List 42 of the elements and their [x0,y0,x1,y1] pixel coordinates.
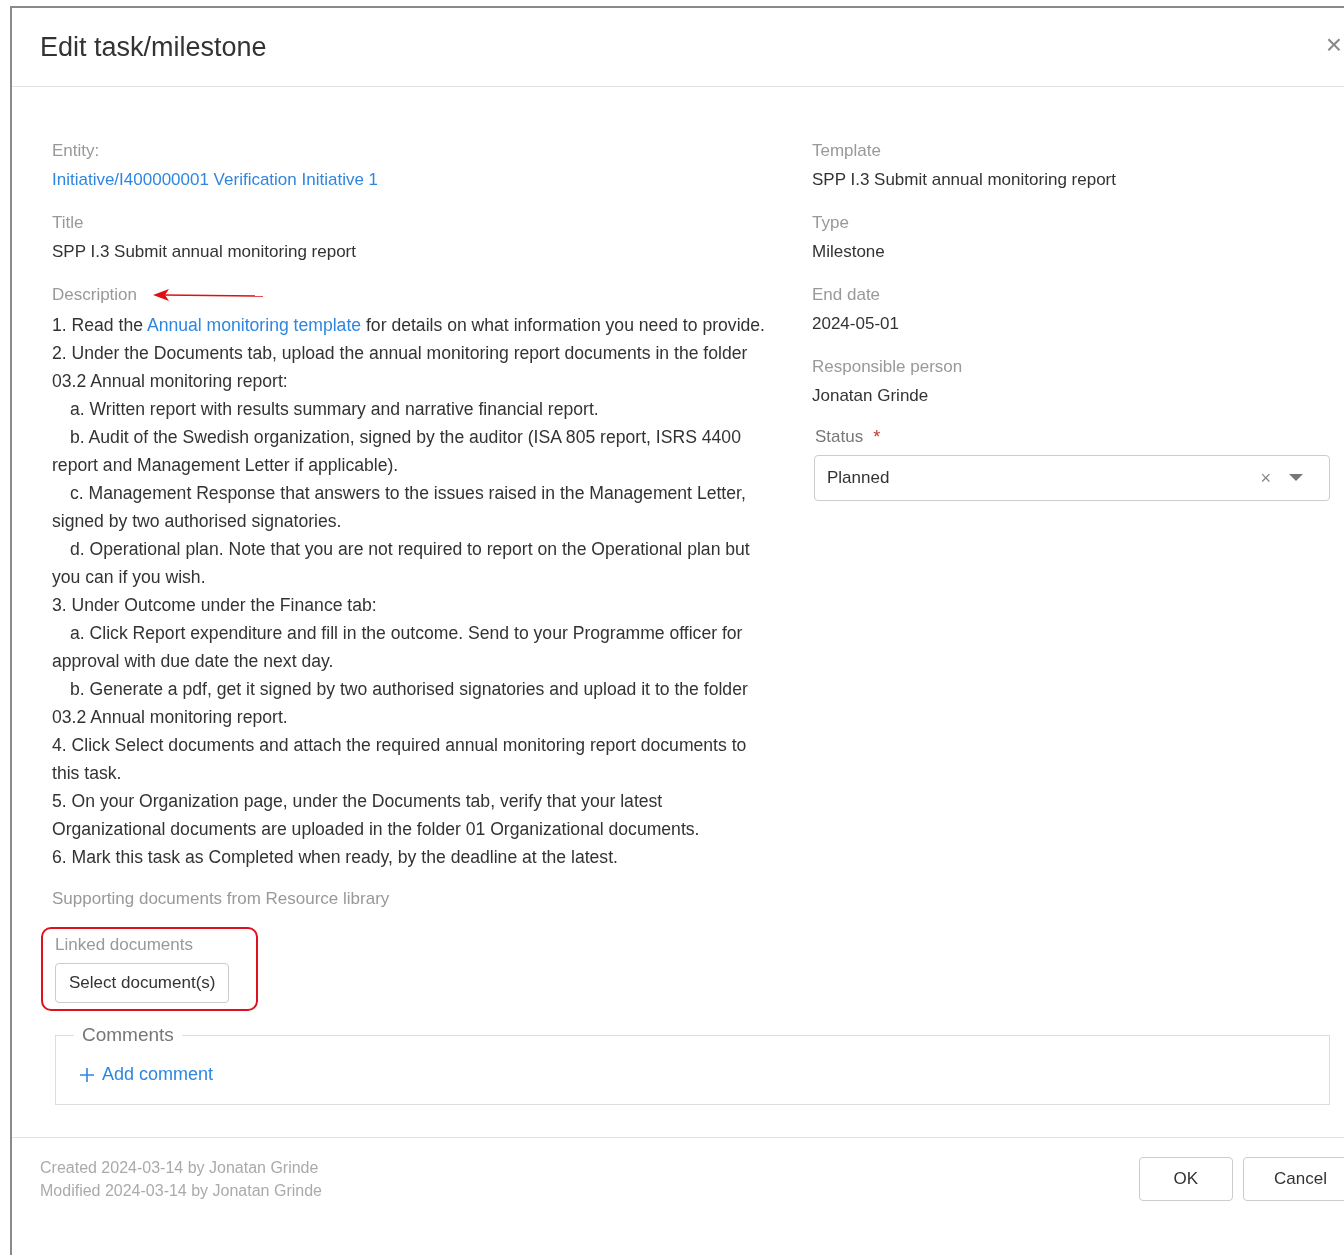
description-step: a. Click Report expenditure and fill in the outcome. Send to your Programme officer for approval with due date the next day. [52,619,770,675]
field-label: Template [812,140,882,162]
dialog-title: Edit task/milestone [40,31,267,63]
plus-icon [80,1067,94,1082]
description-step: 1. Read the Annual monitoring template for details on what information you need to provide. [52,311,770,339]
template-link[interactable]: Annual monitoring template [146,315,362,335]
description-step: 3. Under Outcome under the Finance tab: [52,591,770,619]
close-button[interactable]: × [1315,29,1344,61]
field-label: Status [815,426,864,448]
field-label: Description [52,284,138,306]
cancel-button[interactable]: Cancel [1243,1157,1344,1201]
required-mark: * [873,426,881,448]
field-label: Type [812,212,850,234]
description-step: a. Written report with results summary and narrative financial report. [52,395,770,423]
select-documents-button[interactable]: Select document(s) [55,963,230,1003]
field-label: End date [812,284,882,306]
description-step: 5. On your Organization page, under the Documents tab, verify that your latest Organizational documents are uploaded in the folder 01 Organizational documents. [52,787,770,843]
dropdown-caret-icon[interactable] [1289,474,1303,482]
section-label: Supporting documents from Resource library [52,888,391,910]
description-step: 2. Under the Documents tab, upload the annual monitoring report documents in the folder 03.2 Annual monitoring report: [52,339,770,395]
field-label: Responsible person [812,356,964,378]
field-value: SPP I.3 Submit annual monitoring report [812,169,1116,191]
created-info: Created 2024-03-14 by Jonatan Grinde [40,1158,320,1178]
modified-info: Modified 2024-03-14 by Jonatan Grinde [40,1181,322,1201]
ok-button[interactable]: OK [1138,1157,1234,1201]
description-step: 6. Mark this task as Completed when ready, by the deadline at the latest. [52,843,770,871]
field-value: SPP I.3 Submit annual monitoring report [52,241,356,263]
entity-link[interactable]: Initiative/I400000001 Verification Initiative 1 [52,165,379,195]
field-value: Jonatan Grinde [812,385,929,407]
add-comment-link[interactable]: Add comment [80,1064,214,1085]
field-label: Entity: [52,140,101,162]
clear-icon[interactable]: × [1260,467,1271,489]
description-step: d. Operational plan. Note that you are not required to report on the Operational plan but you can if you wish. [52,535,770,591]
description-step: b. Audit of the Swedish organization, signed by the auditor (ISA 805 report, ISRS 4400 report and Management Letter if applicable). [52,423,770,479]
description-step: 4. Click Select documents and attach the required annual monitoring report documents to this task. [52,731,770,787]
description-step: c. Management Response that answers to the issues raised in the Management Letter, signed by two authorised signatories. [52,479,770,535]
field-label: Title [52,212,85,234]
description-step: b. Generate a pdf, get it signed by two authorised signatories and upload it to the folder 03.2 Annual monitoring report. [52,675,770,731]
status-select[interactable]: Planned × [814,455,1330,501]
field-label: Linked documents [55,934,194,956]
field-value: 2024-05-01 [812,313,899,335]
field-value: Milestone [812,241,885,263]
